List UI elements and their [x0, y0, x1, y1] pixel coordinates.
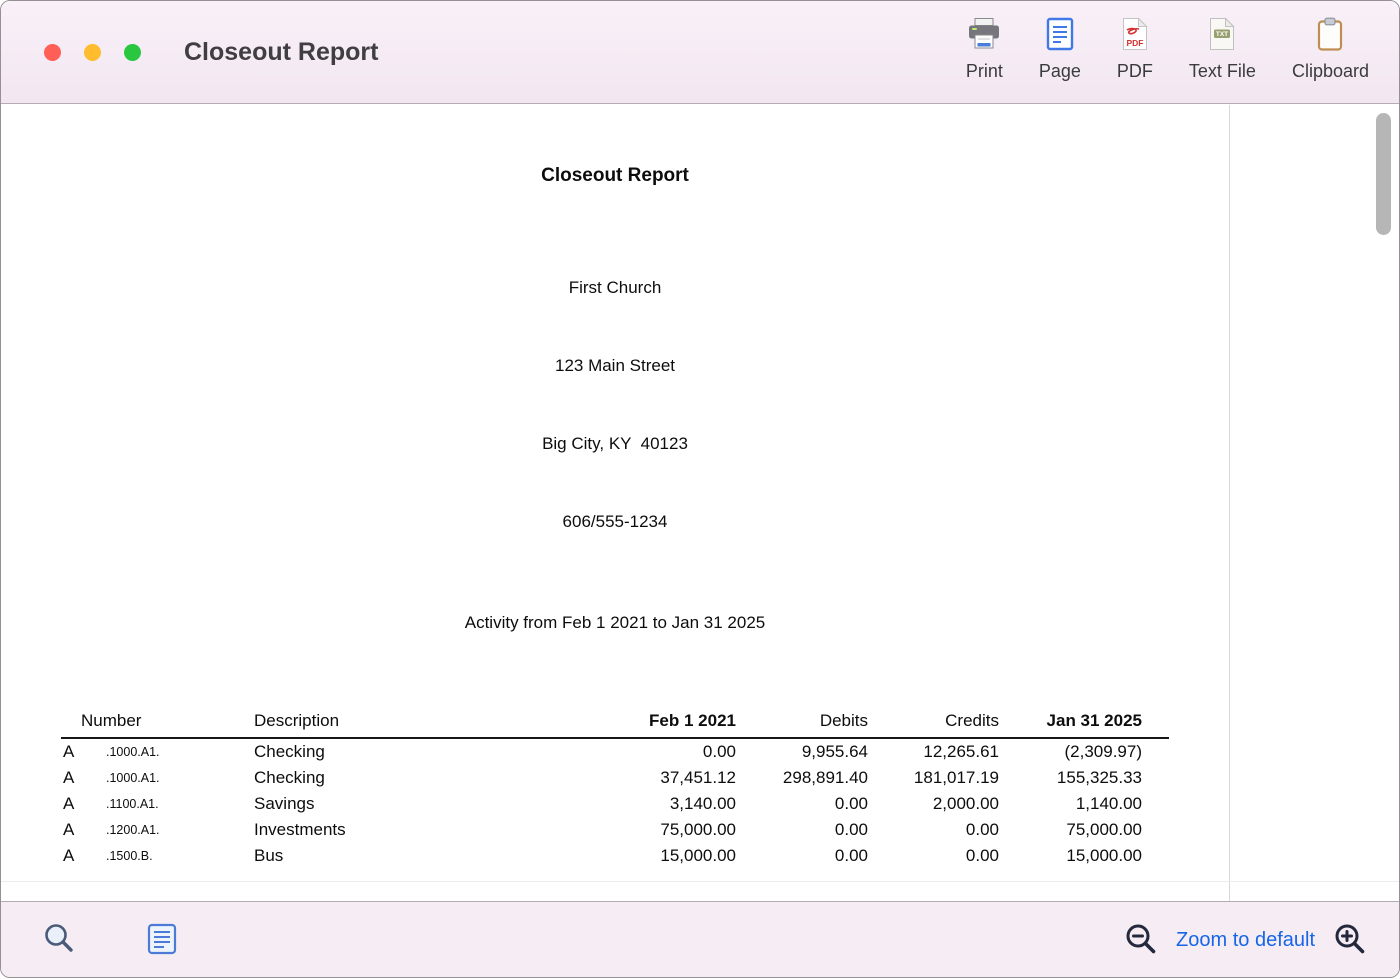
- row-description: Bus: [254, 846, 484, 866]
- page-label: Page: [1039, 61, 1081, 82]
- address-line-1: 123 Main Street: [1, 353, 1229, 379]
- row-end-balance: (2,309.97): [999, 742, 1169, 762]
- row-debits: 298,891.40: [736, 768, 868, 788]
- table-row: A.1200.A1.Investments75,000.000.000.0075…: [61, 817, 1169, 843]
- text-file-label: Text File: [1189, 61, 1256, 82]
- clipboard-icon: [1317, 17, 1343, 54]
- row-end-balance: 1,140.00: [999, 794, 1169, 814]
- row-description: Checking: [254, 742, 484, 762]
- row-debits: 0.00: [736, 820, 868, 840]
- report-title: Closeout Report: [1, 165, 1229, 187]
- row-begin-balance: 75,000.00: [484, 820, 736, 840]
- zoom-in-button[interactable]: [1333, 922, 1367, 959]
- row-account-number: .1000.A1.: [106, 771, 254, 785]
- phone-number: 606/555-1234: [1, 509, 1229, 535]
- page-edge-divider: [1229, 105, 1230, 901]
- table-row: A.1000.A1.Checking0.009,955.6412,265.61(…: [61, 739, 1169, 765]
- row-debits: 0.00: [736, 846, 868, 866]
- table-row: A.1000.A1.Checking37,451.12298,891.40181…: [61, 765, 1169, 791]
- row-account-number: .1500.B.: [106, 849, 254, 863]
- row-begin-balance: 15,000.00: [484, 846, 736, 866]
- app-window: Closeout Report Print: [0, 0, 1400, 978]
- row-account-number: .1100.A1.: [106, 797, 254, 811]
- table-rows: A.1000.A1.Checking0.009,955.6412,265.61(…: [61, 739, 1169, 869]
- report-viewport: Closeout Report First Church 123 Main St…: [1, 105, 1400, 901]
- window-title: Closeout Report: [184, 38, 378, 67]
- page-icon: [1046, 17, 1074, 54]
- row-credits: 12,265.61: [868, 742, 999, 762]
- header-end-date: Jan 31 2025: [999, 711, 1169, 731]
- row-end-balance: 155,325.33: [999, 768, 1169, 788]
- text-view-icon: [147, 923, 177, 958]
- row-type: A: [61, 742, 106, 762]
- vertical-scrollbar-thumb[interactable]: [1376, 113, 1391, 235]
- row-begin-balance: 3,140.00: [484, 794, 736, 814]
- printer-icon: [966, 17, 1002, 54]
- search-button[interactable]: [41, 921, 77, 960]
- search-icon: [41, 921, 77, 960]
- traffic-lights: [44, 44, 141, 61]
- header-debits: Debits: [736, 711, 868, 731]
- row-description: Investments: [254, 820, 484, 840]
- zoom-out-icon: [1124, 922, 1158, 959]
- row-credits: 0.00: [868, 820, 999, 840]
- row-debits: 0.00: [736, 794, 868, 814]
- pdf-button[interactable]: PDF PDF: [1117, 17, 1153, 82]
- print-button[interactable]: Print: [966, 17, 1003, 82]
- row-type: A: [61, 794, 106, 814]
- zoom-out-button[interactable]: [1124, 922, 1158, 959]
- toolbar: Print Page: [966, 17, 1369, 82]
- row-account-number: .1000.A1.: [106, 745, 254, 759]
- clipboard-label: Clipboard: [1292, 61, 1369, 82]
- row-begin-balance: 0.00: [484, 742, 736, 762]
- table-header-row: Number Description Feb 1 2021 Debits Cre…: [61, 707, 1169, 731]
- clipboard-button[interactable]: Clipboard: [1292, 17, 1369, 82]
- text-file-button[interactable]: TXT Text File: [1189, 17, 1256, 82]
- header-credits: Credits: [868, 711, 999, 731]
- horizontal-divider: [1, 881, 1400, 882]
- row-credits: 0.00: [868, 846, 999, 866]
- row-credits: 2,000.00: [868, 794, 999, 814]
- row-end-balance: 75,000.00: [999, 820, 1169, 840]
- row-begin-balance: 37,451.12: [484, 768, 736, 788]
- statusbar: Zoom to default: [1, 901, 1400, 978]
- row-debits: 9,955.64: [736, 742, 868, 762]
- titlebar: Closeout Report Print: [1, 1, 1399, 104]
- row-type: A: [61, 768, 106, 788]
- zoom-in-icon: [1333, 922, 1367, 959]
- activity-range: Activity from Feb 1 2021 to Jan 31 2025: [1, 613, 1229, 633]
- row-end-balance: 15,000.00: [999, 846, 1169, 866]
- zoom-window-button[interactable]: [124, 44, 141, 61]
- org-name: First Church: [1, 275, 1229, 301]
- header-description: Description: [254, 711, 484, 731]
- zoom-to-default-link[interactable]: Zoom to default: [1176, 929, 1315, 952]
- row-type: A: [61, 820, 106, 840]
- table-row: A.1500.B.Bus15,000.000.000.0015,000.00: [61, 843, 1169, 869]
- header-begin-date: Feb 1 2021: [484, 711, 736, 731]
- pdf-label: PDF: [1117, 61, 1153, 82]
- row-account-number: .1200.A1.: [106, 823, 254, 837]
- header-number: Number: [61, 711, 254, 731]
- pdf-icon: PDF: [1121, 17, 1149, 54]
- report-document: Closeout Report First Church 123 Main St…: [1, 105, 1229, 869]
- text-file-icon: TXT: [1208, 17, 1236, 54]
- minimize-button[interactable]: [84, 44, 101, 61]
- row-type: A: [61, 846, 106, 866]
- row-description: Savings: [254, 794, 484, 814]
- row-credits: 181,017.19: [868, 768, 999, 788]
- text-view-button[interactable]: [147, 923, 177, 958]
- page-button[interactable]: Page: [1039, 17, 1081, 82]
- address-line-2: Big City, KY 40123: [1, 431, 1229, 457]
- close-button[interactable]: [44, 44, 61, 61]
- svg-text:TXT: TXT: [1216, 31, 1228, 38]
- table-row: A.1100.A1.Savings3,140.000.002,000.001,1…: [61, 791, 1169, 817]
- row-description: Checking: [254, 768, 484, 788]
- print-label: Print: [966, 61, 1003, 82]
- report-table: Number Description Feb 1 2021 Debits Cre…: [61, 707, 1169, 869]
- svg-text:PDF: PDF: [1126, 38, 1143, 48]
